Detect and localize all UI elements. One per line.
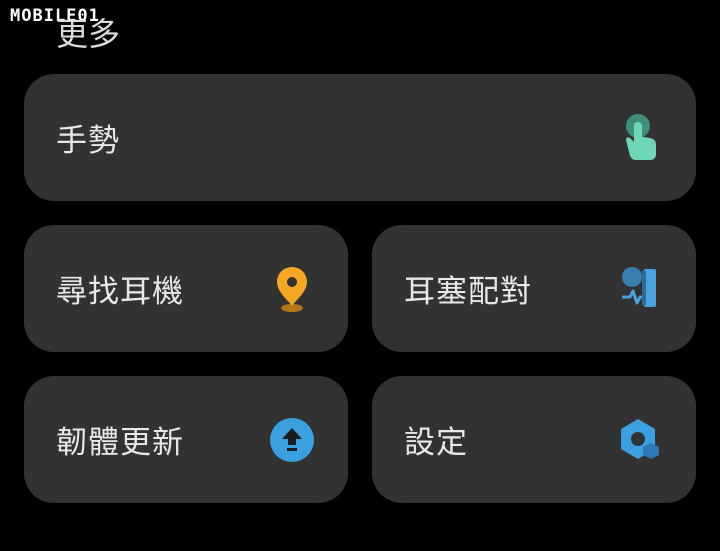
- find-earbuds-label: 尋找耳機: [56, 274, 184, 310]
- location-pin-icon: [268, 265, 316, 313]
- gesture-label: 手勢: [56, 123, 120, 159]
- settings-card[interactable]: 設定: [372, 376, 696, 503]
- firmware-update-label: 韌體更新: [56, 425, 184, 461]
- settings-label: 設定: [404, 425, 468, 461]
- eartip-fit-icon: [616, 265, 664, 313]
- firmware-update-card[interactable]: 韌體更新: [24, 376, 348, 503]
- eartip-fit-card[interactable]: 耳塞配對: [372, 225, 696, 352]
- gesture-card[interactable]: 手勢: [24, 74, 696, 201]
- settings-hexagon-icon: [616, 416, 664, 464]
- section-title: 更多: [56, 15, 121, 53]
- firmware-update-icon: [268, 416, 316, 464]
- find-earbuds-card[interactable]: 尋找耳機: [24, 225, 348, 352]
- eartip-fit-label: 耳塞配對: [404, 274, 532, 310]
- gesture-hand-icon: [616, 113, 664, 162]
